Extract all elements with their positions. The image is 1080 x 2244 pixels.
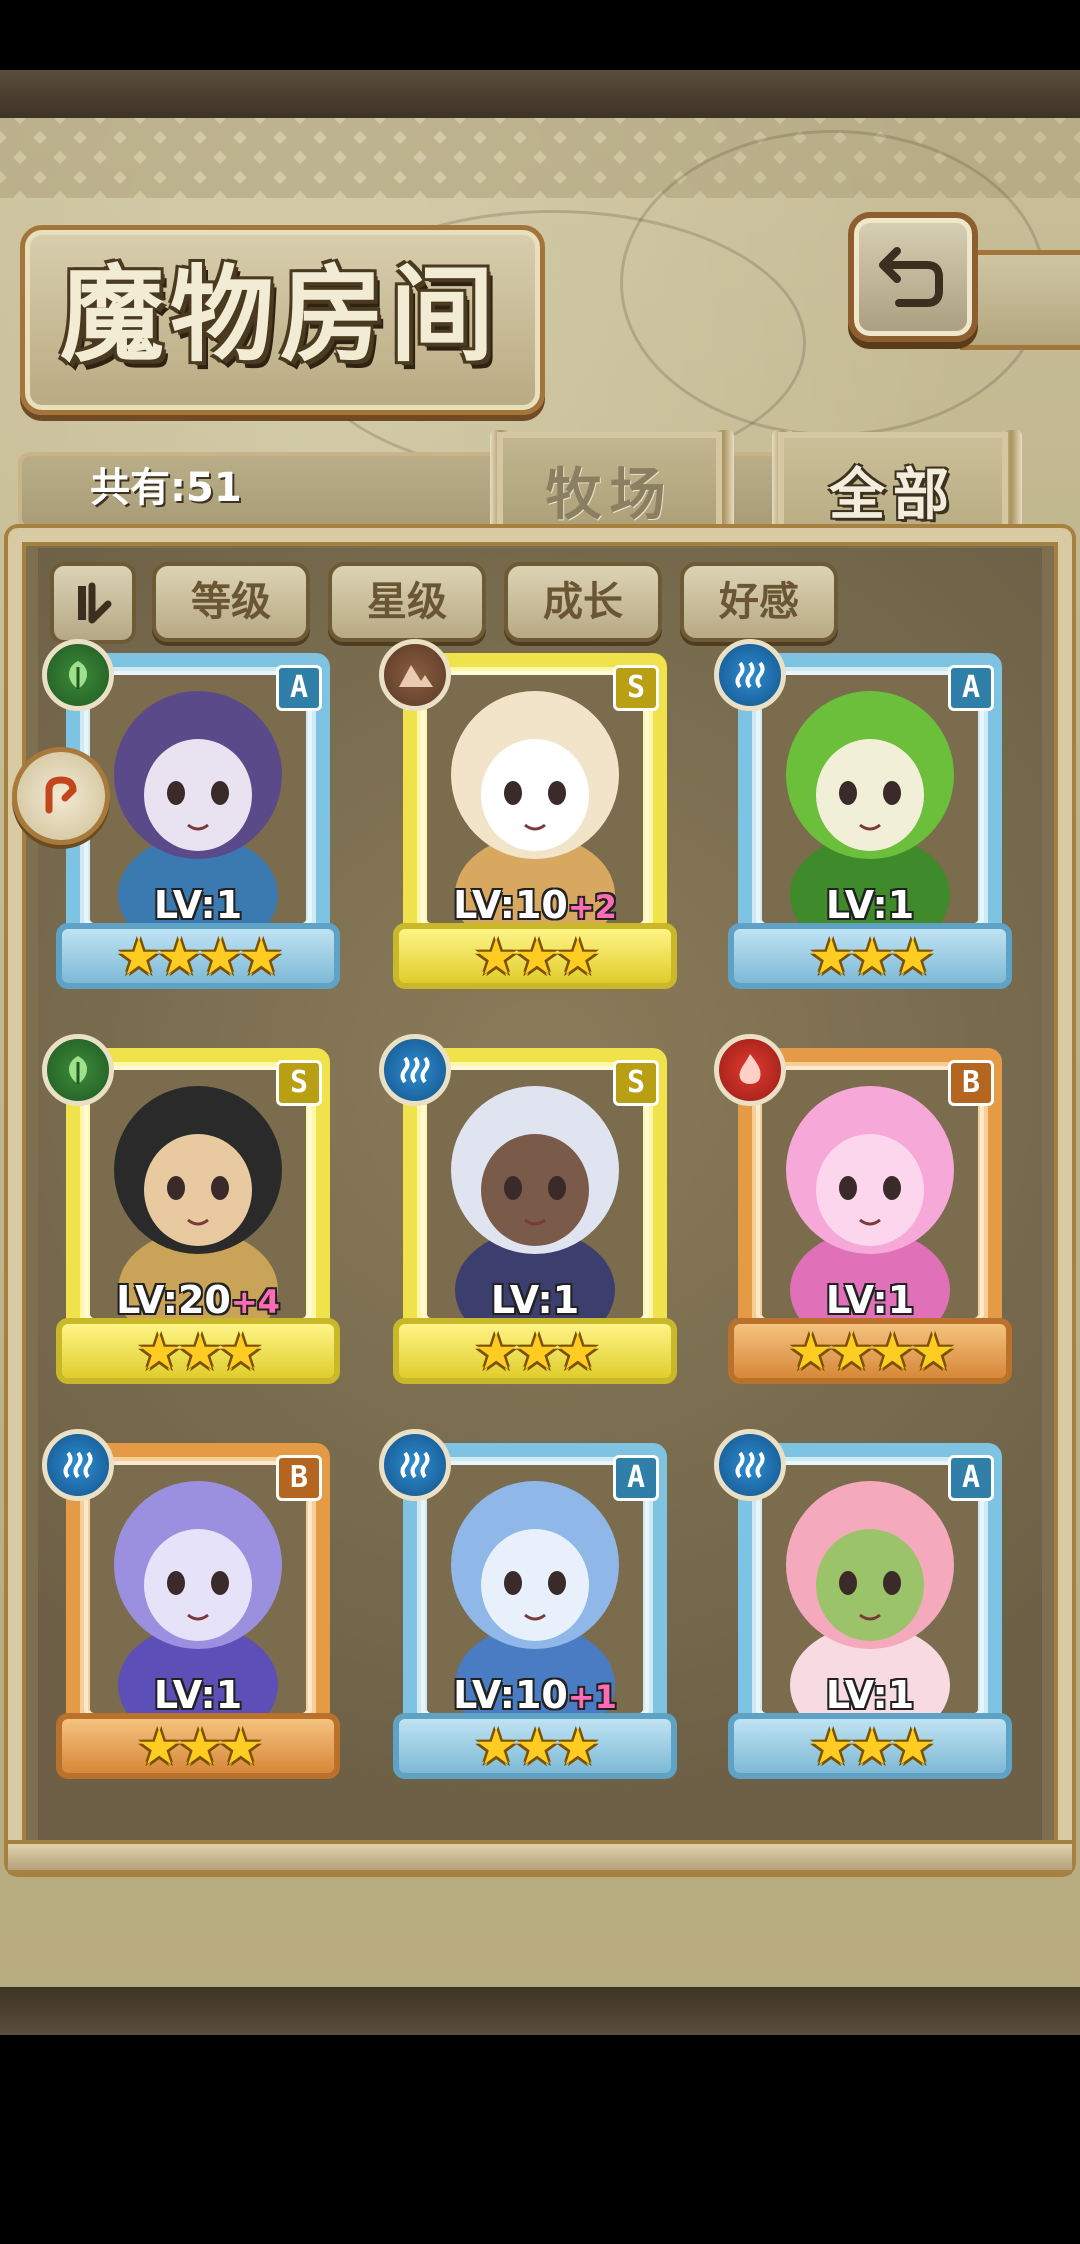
rank-badge: A — [948, 1455, 994, 1501]
monster-level: LV:1 — [385, 1278, 685, 1322]
monster-level: LV:1 — [720, 1278, 1020, 1322]
star-rating: ★★★ — [473, 1718, 600, 1776]
monster-card[interactable]: B LV:1 ★★★★ — [714, 1034, 1020, 1400]
level-value: LV:20 — [116, 1278, 231, 1322]
water-element-icon — [714, 1429, 786, 1501]
monster-count: 共有:51 — [90, 465, 242, 511]
rank-badge: A — [948, 665, 994, 711]
monster-card[interactable]: S LV:1 ★★★ — [379, 1034, 685, 1400]
page-title: 魔物房间 — [60, 253, 501, 376]
monster-level: LV:10+1 — [385, 1673, 685, 1717]
back-button[interactable] — [848, 212, 978, 342]
rank-badge: A — [276, 665, 322, 711]
monster-card[interactable]: S LV:20+4 ★★★ — [42, 1034, 348, 1400]
bottom-border — [0, 1987, 1080, 2035]
monster-card[interactable]: A LV:10+1 ★★★ — [379, 1429, 685, 1795]
level-value: LV:1 — [490, 1278, 580, 1322]
top-border — [0, 70, 1080, 118]
filter-star-button[interactable]: 星级 — [328, 562, 486, 642]
rank-badge: S — [276, 1060, 322, 1106]
panel-bottom-rail — [8, 1840, 1072, 1874]
monster-level: LV:10+2 — [385, 883, 685, 927]
filter-affection-button[interactable]: 好感 — [680, 562, 838, 642]
star-rating: ★★★★ — [788, 1323, 955, 1381]
level-value: LV:1 — [825, 883, 915, 927]
earth-element-icon — [379, 639, 451, 711]
level-value: LV:1 — [825, 1673, 915, 1717]
monster-level: LV:1 — [720, 883, 1020, 927]
filter-growth-button[interactable]: 成长 — [504, 562, 662, 642]
sort-order-button[interactable] — [50, 562, 136, 644]
monster-card[interactable]: A LV:1 ★★★ — [714, 639, 1020, 1005]
water-element-icon — [42, 1429, 114, 1501]
return-arrow-icon — [879, 247, 943, 307]
lock-badge[interactable] — [12, 747, 110, 845]
wood-element-icon — [42, 639, 114, 711]
monster-level: LV:1 — [48, 883, 348, 927]
monster-card[interactable]: S LV:10+2 ★★★ — [379, 639, 685, 1005]
lock-arrow-icon — [45, 776, 77, 814]
star-rating: ★★★ — [136, 1323, 263, 1381]
rank-badge: S — [613, 1060, 659, 1106]
star-rating: ★★★ — [473, 1323, 600, 1381]
level-value: LV:1 — [825, 1278, 915, 1322]
monster-card[interactable]: B LV:1 ★★★ — [42, 1429, 348, 1795]
star-rating: ★★★ — [808, 1718, 935, 1776]
star-rating: ★★★ — [808, 928, 935, 986]
level-value: LV:10 — [453, 1673, 568, 1717]
monster-level: LV:1 — [720, 1673, 1020, 1717]
rank-badge: B — [948, 1060, 994, 1106]
level-value: LV:1 — [153, 883, 243, 927]
level-value: LV:10 — [453, 883, 568, 927]
monster-level: LV:1 — [48, 1673, 348, 1717]
star-rating: ★★★★ — [116, 928, 283, 986]
level-bonus: +1 — [567, 1678, 617, 1716]
back-button-rail — [960, 250, 1080, 350]
monster-level: LV:20+4 — [48, 1278, 348, 1322]
level-bonus: +4 — [230, 1283, 280, 1321]
level-value: LV:1 — [153, 1673, 243, 1717]
water-element-icon — [379, 1034, 451, 1106]
wood-element-icon — [42, 1034, 114, 1106]
fire-element-icon — [714, 1034, 786, 1106]
rank-badge: S — [613, 665, 659, 711]
rank-badge: A — [613, 1455, 659, 1501]
filter-level-button[interactable]: 等级 — [152, 562, 310, 642]
water-element-icon — [379, 1429, 451, 1501]
sort-order-icon — [78, 582, 112, 624]
level-bonus: +2 — [567, 888, 617, 926]
monster-card[interactable]: A LV:1 ★★★ — [714, 1429, 1020, 1795]
star-rating: ★★★ — [473, 928, 600, 986]
rank-badge: B — [276, 1455, 322, 1501]
water-element-icon — [714, 639, 786, 711]
star-rating: ★★★ — [136, 1718, 263, 1776]
